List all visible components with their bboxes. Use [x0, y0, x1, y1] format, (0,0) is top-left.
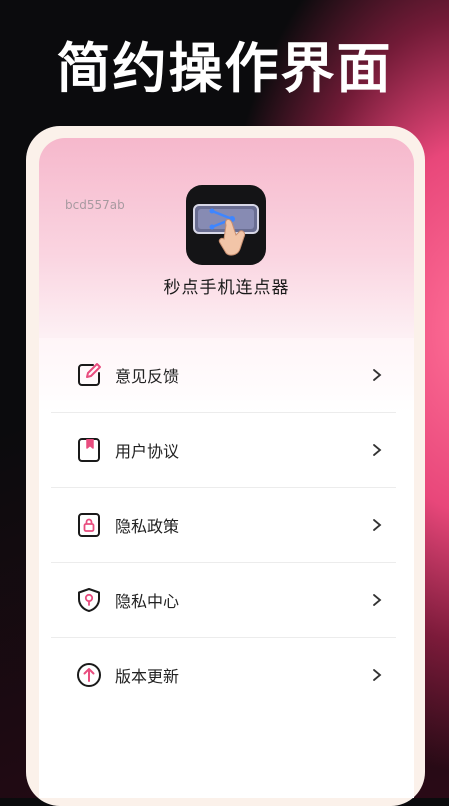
chevron-right-icon	[373, 444, 382, 456]
chevron-right-icon	[373, 369, 382, 381]
upload-arrow-icon	[75, 661, 103, 689]
promo-headline: 简约操作界面	[56, 37, 393, 100]
lock-icon	[75, 511, 103, 539]
menu-item-privacy-center[interactable]: 隐私中心	[51, 563, 396, 638]
menu-label-privacy-center: 隐私中心	[115, 592, 180, 611]
menu-item-version-update[interactable]: 版本更新	[51, 638, 396, 712]
menu-label-version-update: 版本更新	[115, 667, 180, 686]
menu-item-user-agreement[interactable]: 用户协议	[51, 413, 396, 488]
chevron-right-icon	[373, 669, 382, 681]
app-screen: bcd557ab 秒点手机连点器 意见反馈 用户协议 隐私政策 隐私中心 版本更…	[39, 138, 414, 798]
menu-label-feedback: 意见反馈	[115, 367, 180, 386]
settings-menu: 意见反馈 用户协议 隐私政策 隐私中心 版本更新	[39, 338, 414, 712]
app-icon	[186, 185, 266, 265]
app-name: 秒点手机连点器	[163, 278, 290, 298]
edit-icon	[75, 361, 103, 389]
shield-pin-icon	[75, 586, 103, 614]
chevron-right-icon	[373, 519, 382, 531]
menu-label-user-agreement: 用户协议	[115, 442, 180, 461]
menu-label-privacy-policy: 隐私政策	[115, 517, 180, 536]
menu-item-privacy-policy[interactable]: 隐私政策	[51, 488, 396, 563]
bookmark-doc-icon	[75, 436, 103, 464]
chevron-right-icon	[373, 594, 382, 606]
user-id: bcd557ab	[65, 198, 125, 212]
menu-item-feedback[interactable]: 意见反馈	[51, 338, 396, 413]
tap-gesture-icon	[193, 204, 259, 256]
